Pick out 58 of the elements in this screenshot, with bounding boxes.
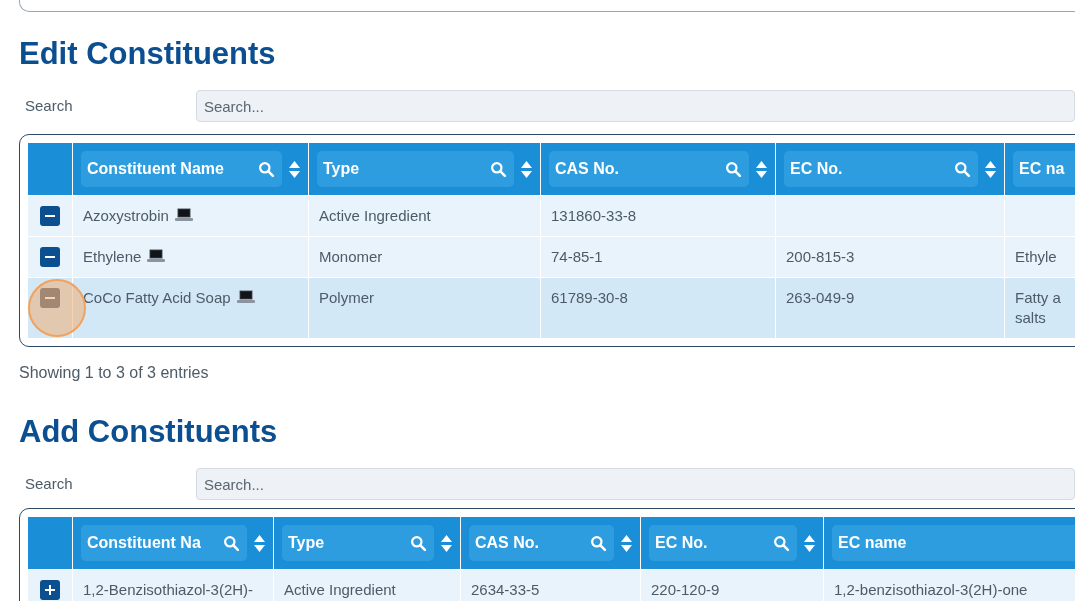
table-cell: 1,2-benzisothiazol-3(2H)-one — [834, 581, 1028, 598]
table-cell: Monomer — [319, 248, 383, 265]
table-cell: Active Ingredient — [319, 207, 431, 224]
add-button[interactable] — [40, 580, 60, 600]
search-icon[interactable] — [773, 534, 790, 552]
table-cell: 131860-33-8 — [551, 207, 637, 224]
column-header[interactable]: Constituent Na — [81, 525, 247, 561]
column-header[interactable]: CAS No. — [549, 151, 749, 187]
column-header[interactable]: EC na — [1013, 151, 1075, 187]
sort-icon[interactable] — [254, 534, 265, 552]
sort-icon[interactable] — [289, 160, 300, 178]
sort-icon[interactable] — [804, 534, 815, 552]
table-cell: CoCo Fatty Acid Soap — [83, 289, 255, 306]
column-header[interactable]: EC No. — [784, 151, 978, 187]
search-icon[interactable] — [258, 160, 275, 178]
table-cell: 61789-30-8 — [551, 289, 628, 306]
column-header[interactable]: Type — [317, 151, 514, 187]
table-cell: Ethylene — [83, 248, 166, 265]
search-icon[interactable] — [590, 534, 607, 552]
search-label: Search — [25, 95, 74, 116]
column-header[interactable]: EC name — [832, 525, 1075, 561]
remove-button[interactable] — [40, 247, 60, 267]
section-title: Edit Constituents — [19, 36, 276, 72]
table-row[interactable]: Azoxystrobin Active Ingredient 131860-33-8 — [28, 195, 1075, 236]
search-icon[interactable] — [490, 160, 507, 178]
sort-icon[interactable] — [985, 160, 996, 178]
column-header[interactable]: Type — [282, 525, 434, 561]
table-cell: Azoxystrobin — [83, 207, 193, 224]
sort-icon[interactable] — [621, 534, 632, 552]
table-cell: Active Ingredient — [284, 581, 396, 598]
search-label: Search — [25, 473, 74, 494]
sort-icon[interactable] — [521, 160, 532, 178]
table-cell: Ethyle — [1015, 248, 1057, 265]
table-cell: 1,2-Benzisothiazol-3(2H)- — [83, 581, 254, 598]
table-cell: 2634-33-5 — [471, 581, 540, 598]
table-row[interactable]: CoCo Fatty Acid Soap Polymer 61789-30-8 263-049-9 Fatty a salts — [28, 277, 1075, 338]
column-header[interactable]: Constituent Name — [81, 151, 282, 187]
search-icon[interactable] — [725, 160, 742, 178]
table-row[interactable]: 1,2-Benzisothiazol-3(2H)- Active Ingredient 2634-33-5 220-120-9 1,2-benzisothiazol-3(2H)-one — [28, 569, 1075, 601]
section-title: Add Constituents — [19, 414, 278, 450]
remove-button[interactable] — [40, 206, 60, 226]
sort-icon[interactable] — [441, 534, 452, 552]
table-cell: Polymer — [319, 289, 374, 306]
table-cell: 200-815-3 — [786, 248, 855, 265]
table-cell: 263-049-9 — [786, 289, 855, 306]
search-icon[interactable] — [954, 160, 971, 178]
search-field[interactable]: Search... — [195, 468, 1075, 500]
table-cell: 74-85-1 — [551, 248, 603, 265]
column-header[interactable]: CAS No. — [469, 525, 614, 561]
sort-icon[interactable] — [756, 160, 767, 178]
table-cell: 220-120-9 — [651, 581, 720, 598]
entries-info: Showing 1 to 3 of 3 entries — [19, 363, 209, 383]
column-header[interactable]: EC No. — [649, 525, 797, 561]
table-cell: Fatty a salts — [1015, 289, 1061, 326]
search-field[interactable]: Search... — [195, 90, 1075, 122]
table-row[interactable]: Ethylene Monomer 74-85-1 200-815-3 Ethyle — [28, 236, 1075, 277]
search-icon[interactable] — [223, 534, 240, 552]
search-icon[interactable] — [410, 534, 427, 552]
